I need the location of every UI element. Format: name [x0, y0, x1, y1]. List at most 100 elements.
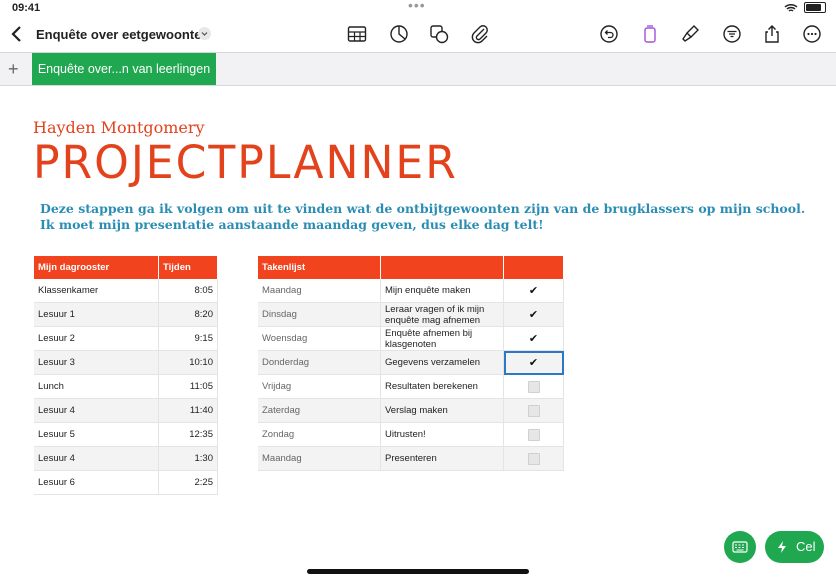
more-icon[interactable] [802, 24, 822, 44]
empty-checkbox-icon[interactable] [527, 452, 540, 465]
schedule-row: Lesuur 3 10:10 [34, 350, 218, 375]
schedule-cell-time[interactable]: 8:05 [158, 279, 218, 303]
schedule-cell-name[interactable]: Lesuur 1 [34, 302, 159, 327]
schedule-row: Lesuur 6 2:25 [34, 470, 218, 495]
empty-checkbox-icon[interactable] [527, 380, 540, 393]
task-row: Maandag Presenteren [258, 446, 564, 471]
schedule-cell-name[interactable]: Lesuur 4 [34, 398, 159, 423]
task-cell-day[interactable]: Donderdag [258, 350, 381, 375]
task-cell-day[interactable]: Woensdag [258, 326, 381, 351]
schedule-cell-time[interactable]: 2:25 [158, 470, 218, 495]
schedule-cell-time[interactable]: 12:35 [158, 422, 218, 447]
cell-button-label: Cel [796, 539, 816, 554]
description-line-1: Deze stappen ga ik volgen om uit te vind… [40, 201, 806, 216]
task-cell-task[interactable]: Enquête afnemen bij klasgenoten [380, 326, 504, 351]
task-row: Vrijdag Resultaten berekenen [258, 374, 564, 399]
empty-checkbox-icon[interactable] [527, 428, 540, 441]
brush-icon[interactable] [680, 24, 700, 44]
task-cell-day[interactable]: Zaterdag [258, 398, 381, 423]
schedule-cell-name[interactable]: Lesuur 3 [34, 350, 159, 375]
filter-icon[interactable] [722, 24, 742, 44]
task-cell-day[interactable]: Dinsdag [258, 302, 381, 327]
chevron-down-icon[interactable] [198, 27, 211, 40]
task-cell-day[interactable]: Maandag [258, 446, 381, 471]
keyboard-icon [732, 541, 748, 553]
schedule-cell-name[interactable]: Lesuur 5 [34, 422, 159, 447]
author-name: Hayden Montgomery [33, 118, 205, 137]
schedule-cell-time[interactable]: 11:05 [158, 374, 218, 399]
task-cell-task[interactable]: Mijn enquête maken [380, 279, 504, 303]
shape-icon[interactable] [429, 24, 449, 44]
undo-icon[interactable] [599, 24, 619, 44]
schedule-cell-time[interactable]: 11:40 [158, 398, 218, 423]
task-row: Zondag Uitrusten! [258, 422, 564, 447]
battery-icon [804, 2, 826, 13]
task-row: Donderdag Gegevens verzamelen ✔ [258, 350, 564, 375]
schedule-cell-time[interactable]: 9:15 [158, 326, 218, 351]
schedule-header-name[interactable]: Mijn dagrooster [34, 256, 159, 279]
tasks-header-day[interactable]: Takenlijst [258, 256, 381, 279]
schedule-cell-name[interactable]: Lesuur 4 [34, 446, 159, 471]
checkmark-icon[interactable]: ✔ [529, 332, 538, 345]
task-cell-checkbox[interactable] [503, 374, 564, 399]
schedule-row: Lunch 11:05 [34, 374, 218, 399]
sheet-tab-bar: + Enquête over...n van leerlingen [0, 52, 836, 86]
attachment-icon[interactable] [470, 24, 490, 44]
task-cell-checkbox[interactable]: ✔ [503, 279, 564, 303]
task-cell-day[interactable]: Vrijdag [258, 374, 381, 399]
task-cell-task[interactable]: Resultaten berekenen [380, 374, 504, 399]
task-cell-task[interactable]: Leraar vragen of ik mijn enquête mag afn… [380, 302, 504, 327]
empty-checkbox-icon[interactable] [527, 404, 540, 417]
schedule-cell-name[interactable]: Lunch [34, 374, 159, 399]
tasks-header-check[interactable] [503, 256, 564, 279]
task-cell-checkbox[interactable] [503, 398, 564, 423]
schedule-header-time[interactable]: Tijden [158, 256, 218, 279]
task-row: Zaterdag Verslag maken [258, 398, 564, 423]
schedule-cell-time[interactable]: 1:30 [158, 446, 218, 471]
wifi-icon [784, 3, 798, 12]
schedule-cell-name[interactable]: Lesuur 6 [34, 470, 159, 495]
task-cell-task[interactable]: Gegevens verzamelen [380, 350, 504, 375]
share-icon[interactable] [762, 24, 782, 44]
task-cell-checkbox[interactable] [503, 422, 564, 447]
description-line-2: Ik moet mijn presentatie aanstaande maan… [40, 217, 544, 232]
schedule-table: Mijn dagrooster Tijden Klassenkamer 8:05 L… [34, 256, 218, 495]
back-chevron-icon[interactable] [8, 24, 26, 44]
format-icon[interactable] [640, 24, 660, 44]
chart-icon[interactable] [389, 24, 409, 44]
task-row: Woensdag Enquête afnemen bij klasgenoten ✔ [258, 326, 564, 351]
table-icon[interactable] [347, 24, 367, 44]
task-cell-checkbox[interactable]: ✔ [503, 350, 564, 375]
task-cell-day[interactable]: Maandag [258, 279, 381, 303]
multitasking-dots-icon[interactable]: ••• [408, 0, 426, 13]
schedule-cell-time[interactable]: 8:20 [158, 302, 218, 327]
page-title: PROJECTPLANNER [33, 136, 458, 189]
tasks-header-task[interactable] [380, 256, 504, 279]
task-row: Dinsdag Leraar vragen of ik mijn enquête … [258, 302, 564, 327]
keyboard-button[interactable] [724, 531, 756, 563]
task-cell-checkbox[interactable]: ✔ [503, 302, 564, 327]
schedule-row: Lesuur 1 8:20 [34, 302, 218, 327]
add-sheet-icon[interactable]: + [8, 59, 19, 80]
schedule-row: Lesuur 2 9:15 [34, 326, 218, 351]
description: Deze stappen ga ik volgen om uit te vind… [40, 201, 805, 233]
cell-button[interactable]: Cel [765, 531, 824, 563]
schedule-cell-name[interactable]: Lesuur 2 [34, 326, 159, 351]
sheet-tab-active[interactable]: Enquête over...n van leerlingen [32, 53, 216, 85]
document-title[interactable]: Enquête over eetgewoonten [36, 27, 209, 42]
schedule-cell-time[interactable]: 10:10 [158, 350, 218, 375]
home-indicator[interactable] [307, 569, 529, 574]
task-cell-task[interactable]: Presenteren [380, 446, 504, 471]
task-cell-checkbox[interactable]: ✔ [503, 326, 564, 351]
task-cell-task[interactable]: Verslag maken [380, 398, 504, 423]
checkmark-icon[interactable]: ✔ [529, 356, 538, 369]
status-bar: 09:41 ••• [0, 0, 836, 16]
task-cell-task[interactable]: Uitrusten! [380, 422, 504, 447]
task-row: Maandag Mijn enquête maken ✔ [258, 279, 564, 303]
checkmark-icon[interactable]: ✔ [529, 284, 538, 297]
task-cell-checkbox[interactable] [503, 446, 564, 471]
schedule-row: Lesuur 4 11:40 [34, 398, 218, 423]
checkmark-icon[interactable]: ✔ [529, 308, 538, 321]
task-cell-day[interactable]: Zondag [258, 422, 381, 447]
schedule-cell-name[interactable]: Klassenkamer [34, 279, 159, 303]
